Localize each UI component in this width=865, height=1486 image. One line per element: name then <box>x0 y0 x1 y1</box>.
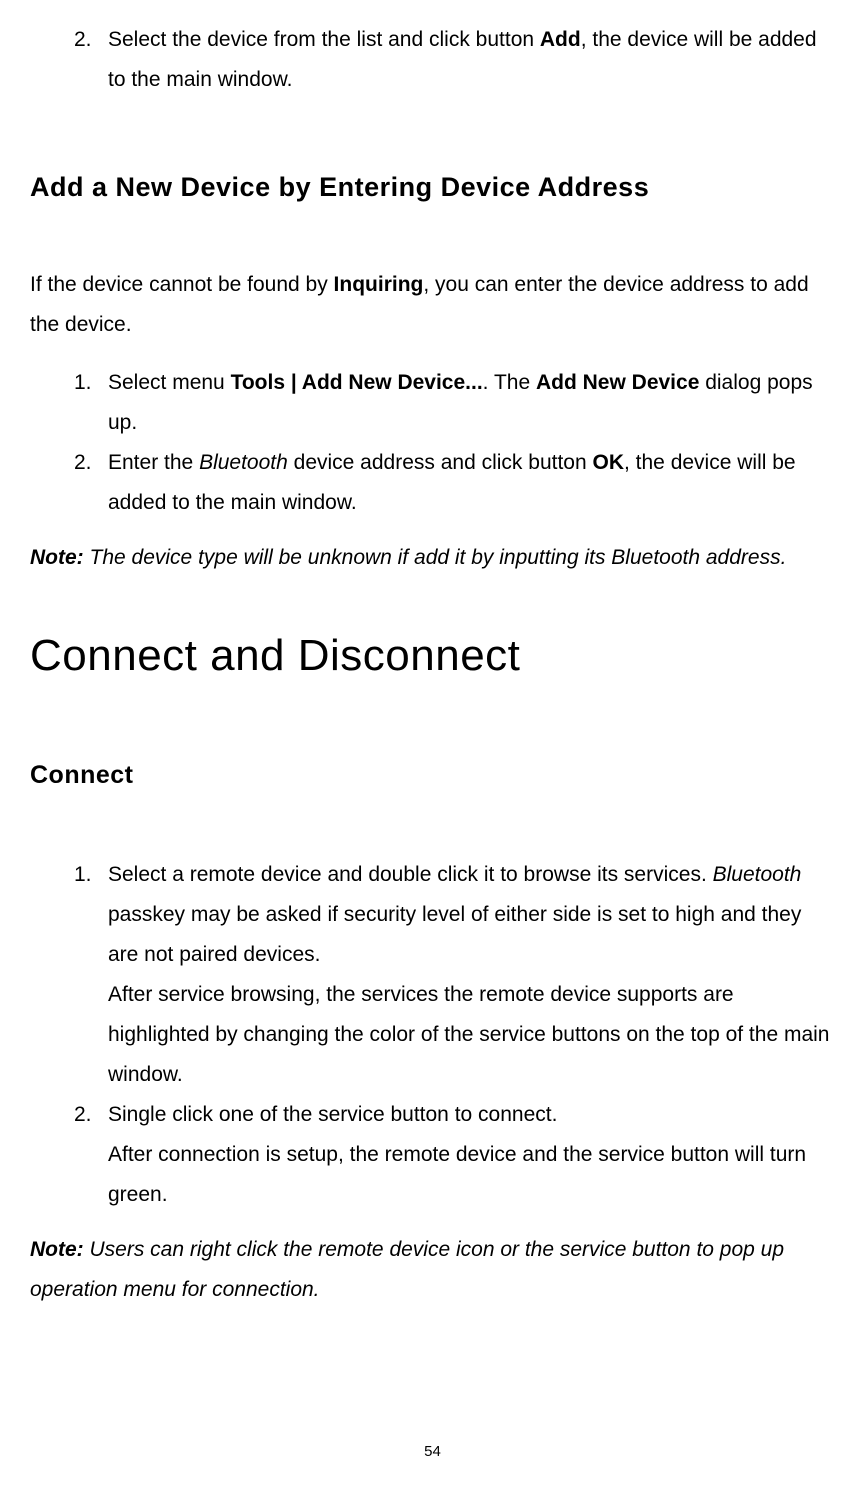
note-label: Note: <box>30 546 84 569</box>
text-bold: Add <box>540 28 581 51</box>
text-span: Single click one of the service button t… <box>108 1103 557 1126</box>
note-label: Note: <box>30 1238 84 1261</box>
text-span: After service browsing, the services the… <box>108 983 829 1086</box>
list-text: Single click one of the service button t… <box>108 1095 835 1215</box>
paragraph: If the device cannot be found by Inquiri… <box>30 265 835 345</box>
text-span: Select the device from the list and clic… <box>108 28 540 51</box>
page-number: 54 <box>424 1443 441 1460</box>
text-bold: OK <box>593 451 625 474</box>
text-span: After connection is setup, the remote de… <box>108 1143 806 1206</box>
note-text: Users can right click the remote device … <box>30 1238 784 1301</box>
note-paragraph: Note: Users can right click the remote d… <box>30 1230 835 1310</box>
text-bold: Inquiring <box>334 273 424 296</box>
text-italic: Bluetooth <box>199 451 288 474</box>
text-bold: Tools | Add New Device... <box>231 371 483 394</box>
list-text: Select the device from the list and clic… <box>108 20 835 100</box>
list-item: 1. Select menu Tools | Add New Device...… <box>74 363 835 443</box>
list-number: 1. <box>74 855 108 1094</box>
text-span: device address and click button <box>288 451 593 474</box>
list-item: 2. Single click one of the service butto… <box>74 1095 835 1215</box>
text-italic: Bluetooth <box>713 863 802 886</box>
list-item: 2. Select the device from the list and c… <box>74 20 835 100</box>
text-span: Select menu <box>108 371 231 394</box>
list-number: 2. <box>74 443 108 523</box>
list-item: 2. Enter the Bluetooth device address an… <box>74 443 835 523</box>
list-number: 2. <box>74 20 108 100</box>
note-text: The device type will be unknown if add i… <box>84 546 787 569</box>
text-span: Select a remote device and double click … <box>108 863 713 886</box>
heading-connect: Connect <box>30 752 835 800</box>
text-span: passkey may be asked if security level o… <box>108 903 801 966</box>
list-text: Select a remote device and double click … <box>108 855 835 1094</box>
list-text: Select menu Tools | Add New Device.... T… <box>108 363 835 443</box>
heading-connect-disconnect: Connect and Disconnect <box>30 614 835 698</box>
list-number: 2. <box>74 1095 108 1215</box>
text-span: . The <box>483 371 536 394</box>
text-span: If the device cannot be found by <box>30 273 334 296</box>
note-paragraph: Note: The device type will be unknown if… <box>30 538 835 578</box>
list-item: 1. Select a remote device and double cli… <box>74 855 835 1094</box>
heading-add-new-device: Add a New Device by Entering Device Addr… <box>30 162 835 213</box>
list-text: Enter the Bluetooth device address and c… <box>108 443 835 523</box>
list-number: 1. <box>74 363 108 443</box>
text-span: Enter the <box>108 451 199 474</box>
text-bold: Add New Device <box>536 371 699 394</box>
